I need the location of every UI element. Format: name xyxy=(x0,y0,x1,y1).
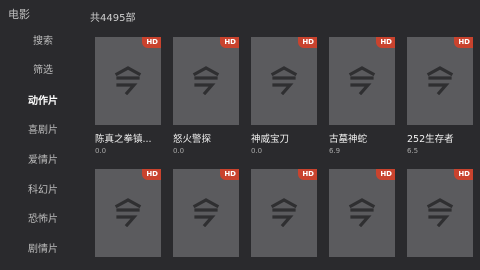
placeholder-logo-icon xyxy=(270,198,298,227)
placeholder-logo-icon xyxy=(426,66,454,95)
poster-image: HD xyxy=(95,169,161,257)
poster-image: HD xyxy=(407,169,473,257)
hd-badge: HD xyxy=(220,169,239,180)
movie-rating: 0.0 xyxy=(251,147,263,155)
sidebar-item-search[interactable]: 搜索 xyxy=(0,35,86,49)
hd-badge: HD xyxy=(376,169,395,180)
hd-badge: HD xyxy=(142,37,161,48)
placeholder-logo-icon xyxy=(114,66,142,95)
sidebar: 电影 搜索 筛选 动作片 喜剧片 爱情片 科幻片 恐怖片 剧情片 xyxy=(0,0,86,270)
section-title: 电影 xyxy=(8,8,30,21)
poster-image: HD xyxy=(251,37,317,125)
movie-title: 252生存者 xyxy=(407,134,454,145)
sidebar-item-comedy[interactable]: 喜剧片 xyxy=(0,124,86,138)
placeholder-logo-icon xyxy=(270,66,298,95)
sidebar-item-horror[interactable]: 恐怖片 xyxy=(0,213,86,227)
sidebar-item-action[interactable]: 动作片 xyxy=(0,95,86,109)
poster-image: HD xyxy=(173,37,239,125)
poster-image: HD xyxy=(329,169,395,257)
placeholder-logo-icon xyxy=(348,198,376,227)
movie-rating: 0.0 xyxy=(173,147,185,155)
movie-title: 陈真之拳镇... xyxy=(95,134,152,145)
poster-image: HD xyxy=(407,37,473,125)
movie-title: 怒火警探 xyxy=(173,134,212,145)
placeholder-logo-icon xyxy=(426,198,454,227)
placeholder-logo-icon xyxy=(192,198,220,227)
hd-badge: HD xyxy=(220,37,239,48)
hd-badge: HD xyxy=(298,37,317,48)
movie-rating: 6.9 xyxy=(329,147,341,155)
movie-title: 神威宝刀 xyxy=(251,134,290,145)
sidebar-item-romance[interactable]: 爱情片 xyxy=(0,154,86,168)
movie-title: 古墓神蛇 xyxy=(329,134,368,145)
result-count: 共4495部 xyxy=(90,13,136,24)
sidebar-item-drama[interactable]: 剧情片 xyxy=(0,243,86,257)
poster-image: HD xyxy=(251,169,317,257)
poster-image: HD xyxy=(329,37,395,125)
poster-image: HD xyxy=(173,169,239,257)
movie-rating: 0.0 xyxy=(95,147,107,155)
hd-badge: HD xyxy=(142,169,161,180)
placeholder-logo-icon xyxy=(114,198,142,227)
hd-badge: HD xyxy=(454,37,473,48)
placeholder-logo-icon xyxy=(348,66,376,95)
sidebar-item-filter[interactable]: 筛选 xyxy=(0,64,86,78)
hd-badge: HD xyxy=(454,169,473,180)
poster-image: HD xyxy=(95,37,161,125)
movie-rating: 6.5 xyxy=(407,147,419,155)
hd-badge: HD xyxy=(376,37,395,48)
placeholder-logo-icon xyxy=(192,66,220,95)
hd-badge: HD xyxy=(298,169,317,180)
sidebar-item-scifi[interactable]: 科幻片 xyxy=(0,184,86,198)
